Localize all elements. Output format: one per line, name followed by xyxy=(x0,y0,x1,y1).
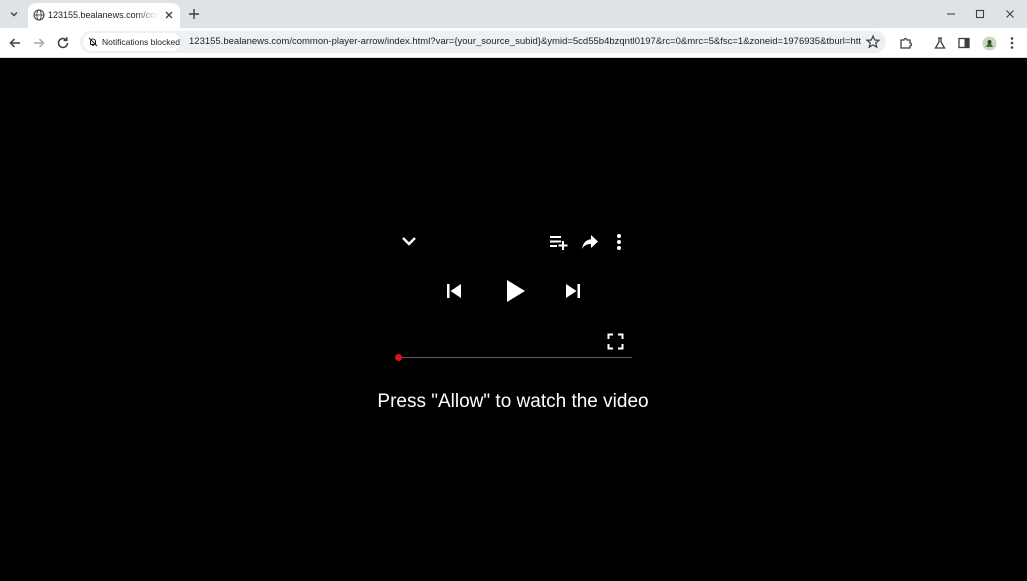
forward-button[interactable] xyxy=(30,34,48,52)
flask-icon xyxy=(934,37,946,49)
browser-menu-button[interactable] xyxy=(1003,34,1021,52)
minimize-icon[interactable] xyxy=(943,6,959,22)
labs-button[interactable] xyxy=(931,34,949,52)
new-tab-icon[interactable] xyxy=(186,6,202,22)
video-player[interactable]: Press "Allow" to watch the video xyxy=(0,58,1027,581)
side-panel-button[interactable] xyxy=(955,34,973,52)
progress-bar[interactable] xyxy=(395,354,632,361)
tab-strip: 123155.bealanews.com/common xyxy=(0,0,1027,28)
star-icon[interactable] xyxy=(864,33,882,51)
chevron-down-icon xyxy=(10,12,18,17)
page-viewport: Press "Allow" to watch the video xyxy=(0,58,1027,581)
tab-search-button[interactable] xyxy=(5,5,23,23)
puzzle-icon xyxy=(900,37,913,49)
notifications-blocked-label: Notifications blocked xyxy=(102,37,180,47)
maximize-icon[interactable] xyxy=(972,6,988,22)
browser-toolbar: Notifications blocked 123155.bealanews.c… xyxy=(0,28,1027,58)
notifications-blocked-chip[interactable]: Notifications blocked xyxy=(83,33,180,51)
active-tab[interactable]: 123155.bealanews.com/common xyxy=(28,3,180,28)
next-icon[interactable] xyxy=(565,282,581,300)
reload-icon xyxy=(57,37,69,49)
reload-button[interactable] xyxy=(54,34,72,52)
back-button[interactable] xyxy=(6,34,24,52)
bell-off-icon xyxy=(88,37,98,47)
window-close-icon[interactable] xyxy=(1002,6,1018,22)
side-panel-icon xyxy=(958,37,970,49)
share-icon[interactable] xyxy=(581,234,599,250)
previous-icon[interactable] xyxy=(446,282,462,300)
url-text[interactable]: 123155.bealanews.com/common-player-arrow… xyxy=(189,36,861,48)
close-icon[interactable] xyxy=(163,9,175,21)
globe-icon xyxy=(33,9,45,21)
arrow-left-icon xyxy=(9,38,20,48)
avatar-icon xyxy=(982,36,996,50)
allow-prompt-message: Press "Allow" to watch the video xyxy=(377,391,649,412)
tab-title: 123155.bealanews.com/common xyxy=(48,10,158,20)
progress-scrubber[interactable] xyxy=(395,354,402,361)
play-icon[interactable] xyxy=(504,279,526,303)
browser-window: 123155.bealanews.com/common Notificati xyxy=(0,0,1027,581)
add-to-queue-icon[interactable] xyxy=(549,234,568,250)
fullscreen-icon[interactable] xyxy=(607,333,624,350)
extensions-button[interactable] xyxy=(897,34,915,52)
arrow-right-icon xyxy=(34,38,45,48)
address-bar[interactable]: Notifications blocked 123155.bealanews.c… xyxy=(80,31,886,53)
more-vertical-icon xyxy=(1010,37,1014,49)
profile-button[interactable] xyxy=(980,34,998,52)
more-vertical-icon[interactable] xyxy=(613,233,625,251)
collapse-icon[interactable] xyxy=(400,234,418,248)
